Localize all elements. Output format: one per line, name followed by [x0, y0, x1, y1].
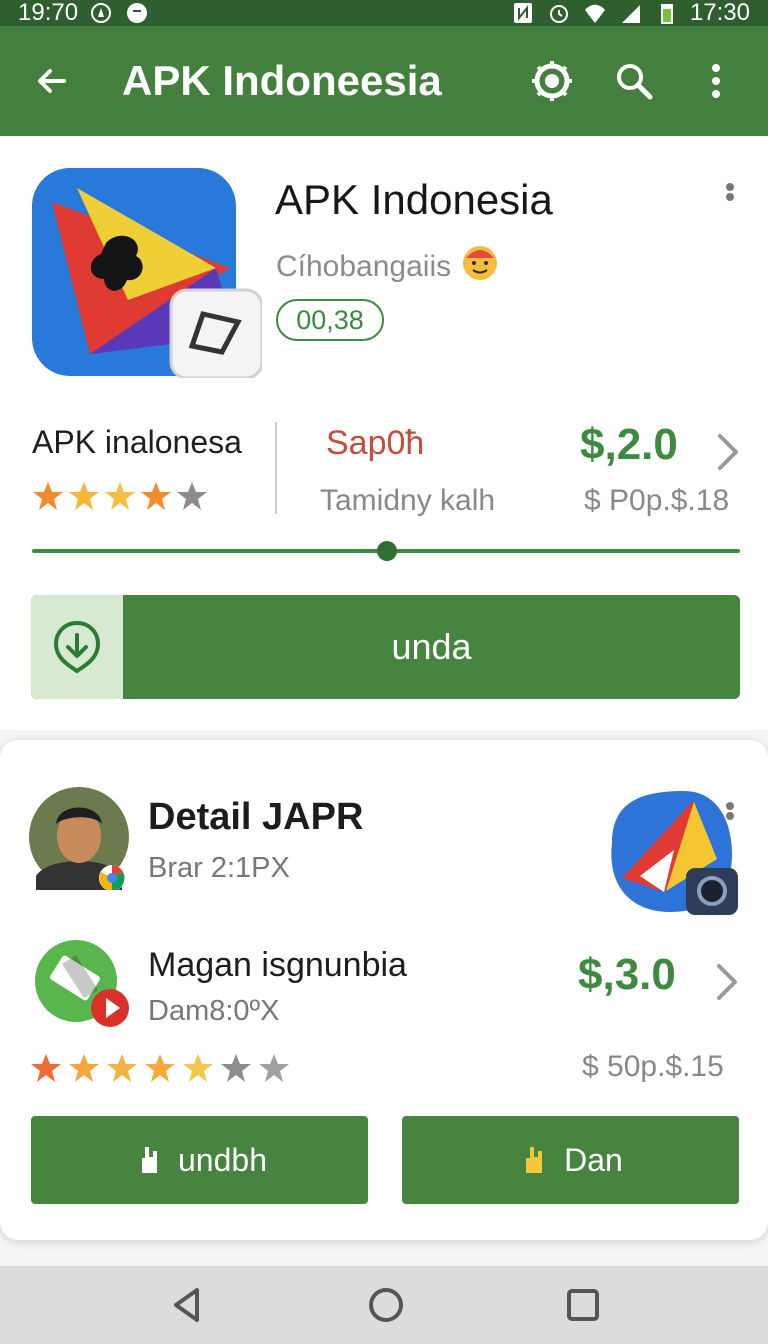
- progress-slider[interactable]: [32, 541, 740, 561]
- signal-icon: [618, 0, 644, 26]
- app-name: APK Indonesia: [275, 176, 553, 223]
- nfc-icon: [510, 0, 536, 26]
- status-right: 17:30: [510, 0, 750, 27]
- star-icon: [221, 1054, 251, 1082]
- hand-icon: [142, 1147, 157, 1173]
- card-more-options-icon[interactable]: [721, 800, 739, 834]
- hand-icon: [526, 1147, 543, 1173]
- right-action-button[interactable]: Dan: [402, 1116, 739, 1204]
- secondary-app-sub: Dam8:0ºX: [148, 995, 280, 1027]
- status-bar: 19:70 17:30: [0, 0, 768, 26]
- chat-icon: [124, 0, 150, 26]
- chevron-right-icon[interactable]: [714, 430, 742, 474]
- star-icon: [177, 482, 207, 510]
- overflow-menu-icon[interactable]: [692, 57, 740, 105]
- page-title: APK Indoneesia: [122, 57, 442, 104]
- star-icon: [105, 482, 135, 510]
- secondary-app-name: Magan isgnunbia: [148, 946, 407, 984]
- info-divider: [275, 422, 277, 514]
- detail-app-icon[interactable]: [604, 788, 740, 920]
- secondary-rating-stars: [30, 1052, 290, 1084]
- version-badge: 00,38: [276, 299, 384, 341]
- alarm-icon: [546, 0, 572, 26]
- app-summary-panel: APK Indonesia Cíhobangaiis 00,38 APK ina…: [0, 136, 768, 730]
- nav-back-icon[interactable]: [165, 1284, 207, 1326]
- secondary-app-price-sub: $ 50p.$.15: [582, 1050, 724, 1083]
- left-action-label: undbh: [178, 1141, 267, 1178]
- battery-icon: [654, 0, 680, 26]
- secondary-app-icon[interactable]: [34, 940, 132, 1034]
- app-sub-status: Tamidny kalh: [320, 484, 496, 517]
- back-arrow-icon[interactable]: [28, 57, 76, 105]
- status-left: 19:70: [18, 0, 150, 27]
- star-icon: [259, 1054, 289, 1082]
- app-price-sub: $ P0p.$.18: [584, 484, 730, 517]
- detail-title: Detail JAPR: [148, 796, 364, 838]
- smiley-icon: [461, 244, 499, 290]
- avatar[interactable]: [28, 786, 130, 891]
- download-button[interactable]: unda: [31, 595, 740, 699]
- settings-icon[interactable]: [528, 57, 576, 105]
- download-icon-container: [31, 595, 123, 699]
- star-icon: [141, 482, 171, 510]
- search-icon[interactable]: [610, 57, 658, 105]
- status-time-left: 19:70: [18, 0, 79, 26]
- developer-label: Cíhobangaiis: [276, 250, 452, 283]
- app-info-name: APK inalonesa: [32, 424, 242, 460]
- star-icon: [107, 1054, 137, 1082]
- download-label: unda: [391, 626, 472, 667]
- left-action-button[interactable]: undbh: [31, 1116, 368, 1204]
- wifi-icon: [582, 0, 608, 26]
- more-options-icon[interactable]: [721, 181, 739, 215]
- system-nav-bar: [0, 1266, 768, 1344]
- star-icon: [69, 482, 99, 510]
- star-icon: [31, 1054, 61, 1082]
- right-action-label: Dan: [564, 1141, 623, 1178]
- status-time-right: 17:30: [689, 0, 750, 26]
- detail-subtitle: Brar 2:1PX: [148, 852, 290, 884]
- app-price: $,2.0: [580, 420, 678, 469]
- developer-name: Cíhobangaiis: [276, 244, 499, 290]
- app-icon: [32, 168, 264, 380]
- app-bar-actions: [528, 57, 740, 105]
- star-icon: [183, 1054, 213, 1082]
- app-status: Sap0ћ: [326, 424, 425, 462]
- nav-recents-icon[interactable]: [562, 1284, 604, 1326]
- download-icon: [53, 620, 101, 674]
- secondary-chevron-right-icon[interactable]: [713, 960, 741, 1004]
- nav-home-icon[interactable]: [365, 1284, 407, 1326]
- slider-thumb[interactable]: [377, 541, 397, 561]
- app-info-row: APK inalonesa Sap0ћ Tamidny kalh $,2.0 $…: [32, 416, 742, 517]
- star-icon: [33, 482, 63, 510]
- app-bar: APK Indoneesia: [0, 26, 768, 136]
- notification-icon: [88, 0, 114, 26]
- star-icon: [145, 1054, 175, 1082]
- secondary-app-price: $,3.0: [578, 950, 676, 999]
- star-icon: [69, 1054, 99, 1082]
- detail-card: Detail JAPR Brar 2:1PX Magan isgnunbia D…: [0, 740, 768, 1240]
- rating-stars: [32, 480, 208, 512]
